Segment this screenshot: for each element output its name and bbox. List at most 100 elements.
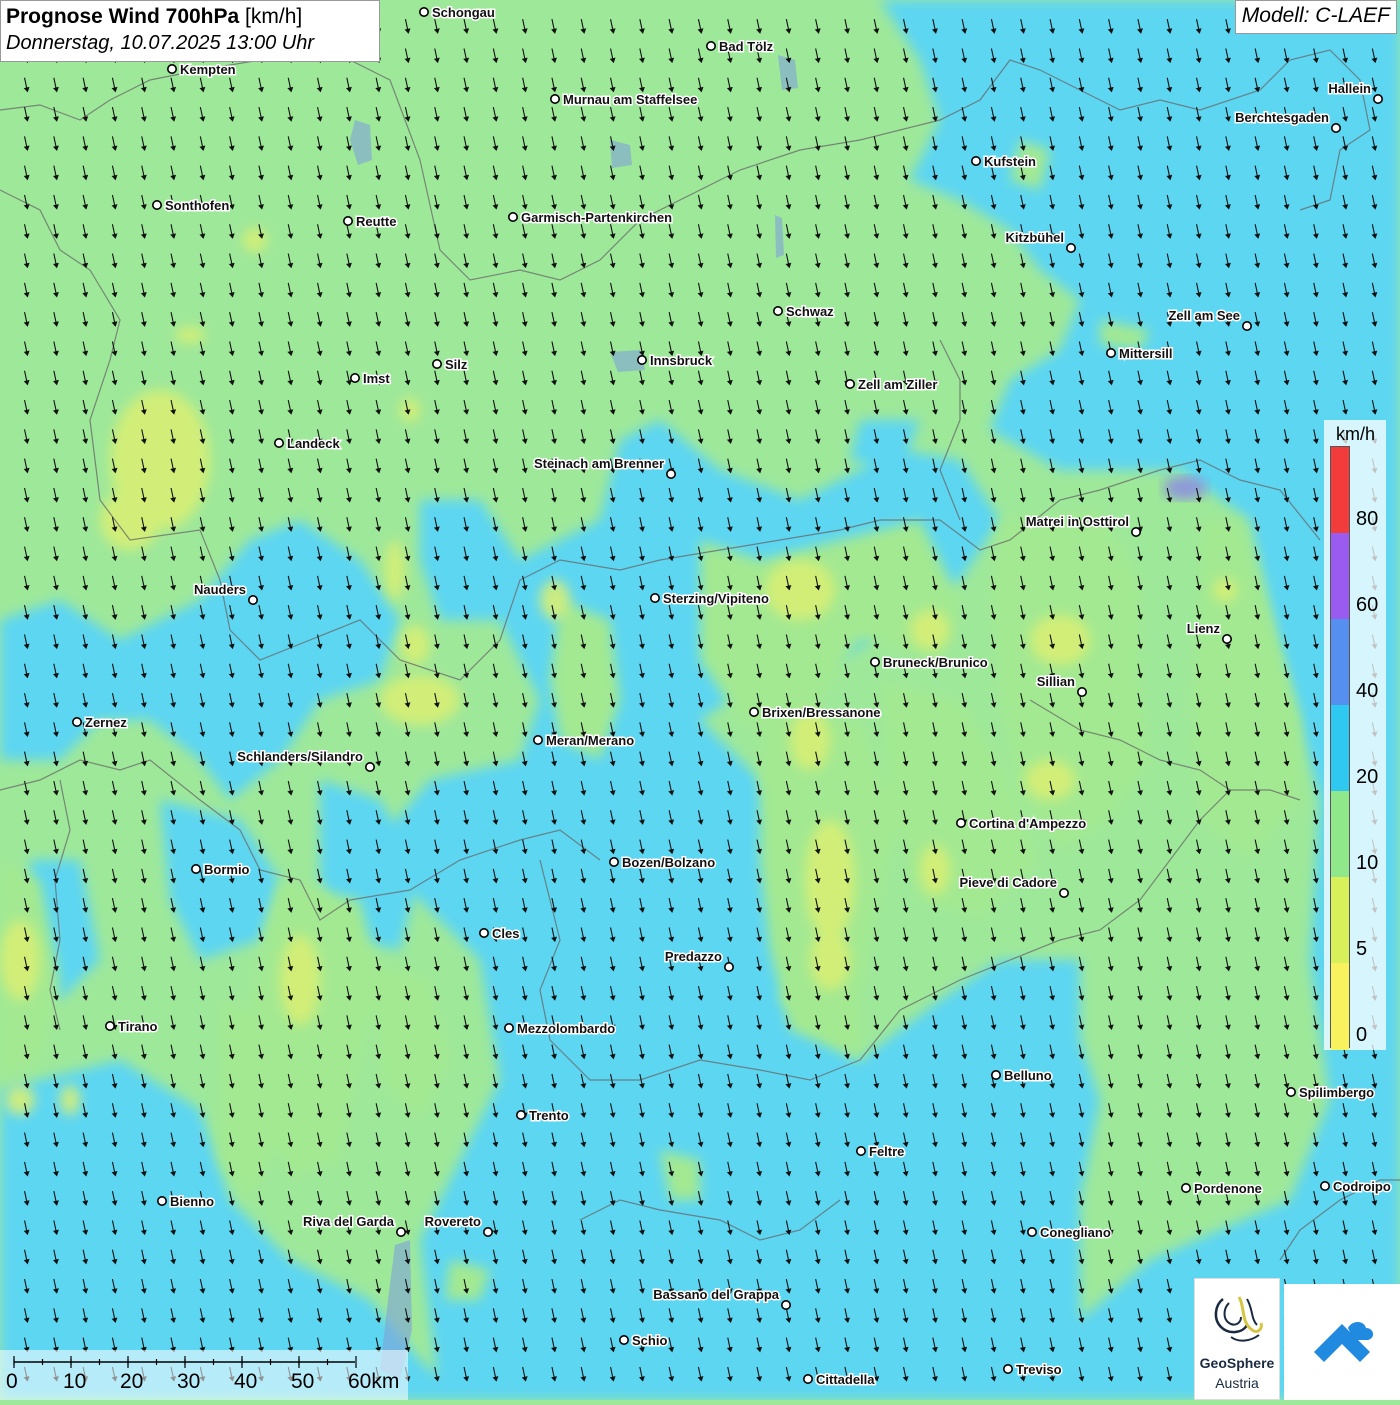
place-dot — [1222, 633, 1233, 644]
place-marker: Sonthofen — [152, 197, 231, 215]
scale-label: 0 — [6, 1370, 18, 1393]
wind-map: Schongau Bad Tölz Kempten Murnau am Staffel… — [0, 0, 1400, 1400]
place-dot — [780, 1300, 791, 1311]
place-name: Zell am See — [1168, 308, 1240, 323]
place-marker: Zell am Ziller — [844, 376, 939, 394]
mountain-cloud-icon — [1314, 1322, 1374, 1362]
place-dot — [1002, 1364, 1013, 1375]
place-dot — [748, 706, 759, 717]
place-dot — [167, 64, 178, 75]
place-dot — [105, 1020, 116, 1031]
place-name: Belluno — [1004, 1068, 1052, 1083]
place-dot — [1131, 526, 1142, 537]
place-name: Schio — [632, 1333, 667, 1348]
place-name: Hallein — [1328, 81, 1371, 96]
place-dot — [152, 200, 163, 211]
legend-segment — [1331, 619, 1349, 706]
scale-label: 10 — [63, 1370, 87, 1393]
place-marker: Pordenone — [1181, 1180, 1263, 1198]
place-dot — [772, 305, 783, 316]
place-name: Bormio — [204, 862, 250, 877]
place-dot — [1331, 123, 1342, 134]
place-name: Zernez — [85, 715, 127, 730]
place-dot — [1027, 1227, 1038, 1238]
legend-label: 80 — [1356, 508, 1379, 530]
place-dot — [532, 734, 543, 745]
place-dot — [723, 961, 734, 972]
place-name: Bienno — [170, 1194, 214, 1209]
place-dot — [1066, 243, 1077, 254]
place-dot — [1320, 1181, 1331, 1192]
place-name: Nauders — [194, 582, 246, 597]
place-dot — [342, 216, 353, 227]
place-name: Mittersill — [1119, 346, 1172, 361]
place-name: Schlanders/Silandro — [237, 749, 363, 764]
place-marker: Meran/Merano — [532, 732, 636, 750]
place-name: Codroipo — [1333, 1179, 1391, 1194]
place-name: Garmisch-Partenkirchen — [521, 210, 672, 225]
place-name: Landeck — [287, 436, 341, 451]
place-name: Bad Tölz — [719, 39, 774, 54]
place-name: Feltre — [869, 1144, 904, 1159]
place-dot — [990, 1070, 1001, 1081]
place-name: Treviso — [1016, 1362, 1062, 1377]
place-name: Schongau — [432, 5, 495, 20]
place-name: Sillian — [1037, 674, 1075, 689]
legend-segment — [1331, 705, 1349, 792]
place-marker: Sterzing/Vipiteno — [649, 590, 770, 608]
scale-label: 60km — [348, 1370, 400, 1393]
place-dot — [482, 1227, 493, 1238]
place-dot — [515, 1110, 526, 1121]
place-dot — [844, 378, 855, 389]
place-name: Matrei in Osttirol — [1026, 514, 1129, 529]
place-name: Steinach am Brenner — [534, 456, 664, 471]
geosphere-sub: Austria — [1215, 1375, 1259, 1391]
place-name: Schwaz — [786, 304, 834, 319]
place-dot — [395, 1227, 406, 1238]
place-dot — [855, 1146, 866, 1157]
legend-segment — [1331, 791, 1349, 878]
place-dot — [1106, 347, 1117, 358]
place-marker: Mezzolombardo — [503, 1020, 617, 1038]
place-name: Cittadella — [816, 1372, 875, 1387]
title-panel: Prognose Wind 700hPa [km/h] Donnerstag, … — [0, 0, 380, 62]
legend-label: 40 — [1356, 680, 1379, 702]
model-label: Modell: C-LAEF — [1234, 0, 1397, 34]
legend-segment — [1331, 533, 1349, 620]
place-dot — [1373, 94, 1384, 105]
place-marker: Schongau — [418, 4, 496, 22]
place-dot — [273, 437, 284, 448]
place-dot — [802, 1374, 813, 1385]
legend-label: 0 — [1356, 1024, 1368, 1046]
place-name: Meran/Merano — [546, 733, 634, 748]
partner-logo — [1284, 1284, 1400, 1400]
place-dot — [549, 94, 560, 105]
legend-label: 20 — [1356, 766, 1379, 788]
place-dot — [955, 817, 966, 828]
place-dot — [869, 656, 880, 667]
place-name: Riva del Garda — [303, 1214, 395, 1229]
place-dot — [1242, 320, 1253, 331]
place-dot — [649, 592, 660, 603]
geosphere-emblem-icon — [1214, 1296, 1263, 1342]
place-name: Zell am Ziller — [858, 377, 937, 392]
place-name: Sonthofen — [165, 198, 229, 213]
legend-colorbar — [1330, 446, 1350, 1050]
place-name: Murnau am Staffelsee — [563, 92, 697, 107]
legend-label: 60 — [1356, 594, 1379, 616]
place-marker: Garmisch-Partenkirchen — [507, 209, 674, 227]
legend-label: 5 — [1356, 938, 1368, 960]
color-legend: km/h 80 60 40 20 10 5 0 — [1324, 420, 1386, 1050]
title-unit: [km/h] — [245, 5, 303, 28]
legend-segment — [1331, 963, 1349, 1050]
place-dot — [478, 927, 489, 938]
place-name: Silz — [445, 357, 468, 372]
place-dot — [503, 1022, 514, 1033]
scale-ruler — [13, 1356, 357, 1368]
place-name: Bruneck/Brunico — [883, 655, 988, 670]
place-name: Kufstein — [984, 154, 1036, 169]
place-dot — [636, 354, 647, 365]
place-marker: Brixen/Bressanone — [748, 704, 882, 722]
place-marker: Bozen/Bolzano — [608, 854, 717, 872]
place-marker: Spilimbergo — [1286, 1084, 1376, 1102]
